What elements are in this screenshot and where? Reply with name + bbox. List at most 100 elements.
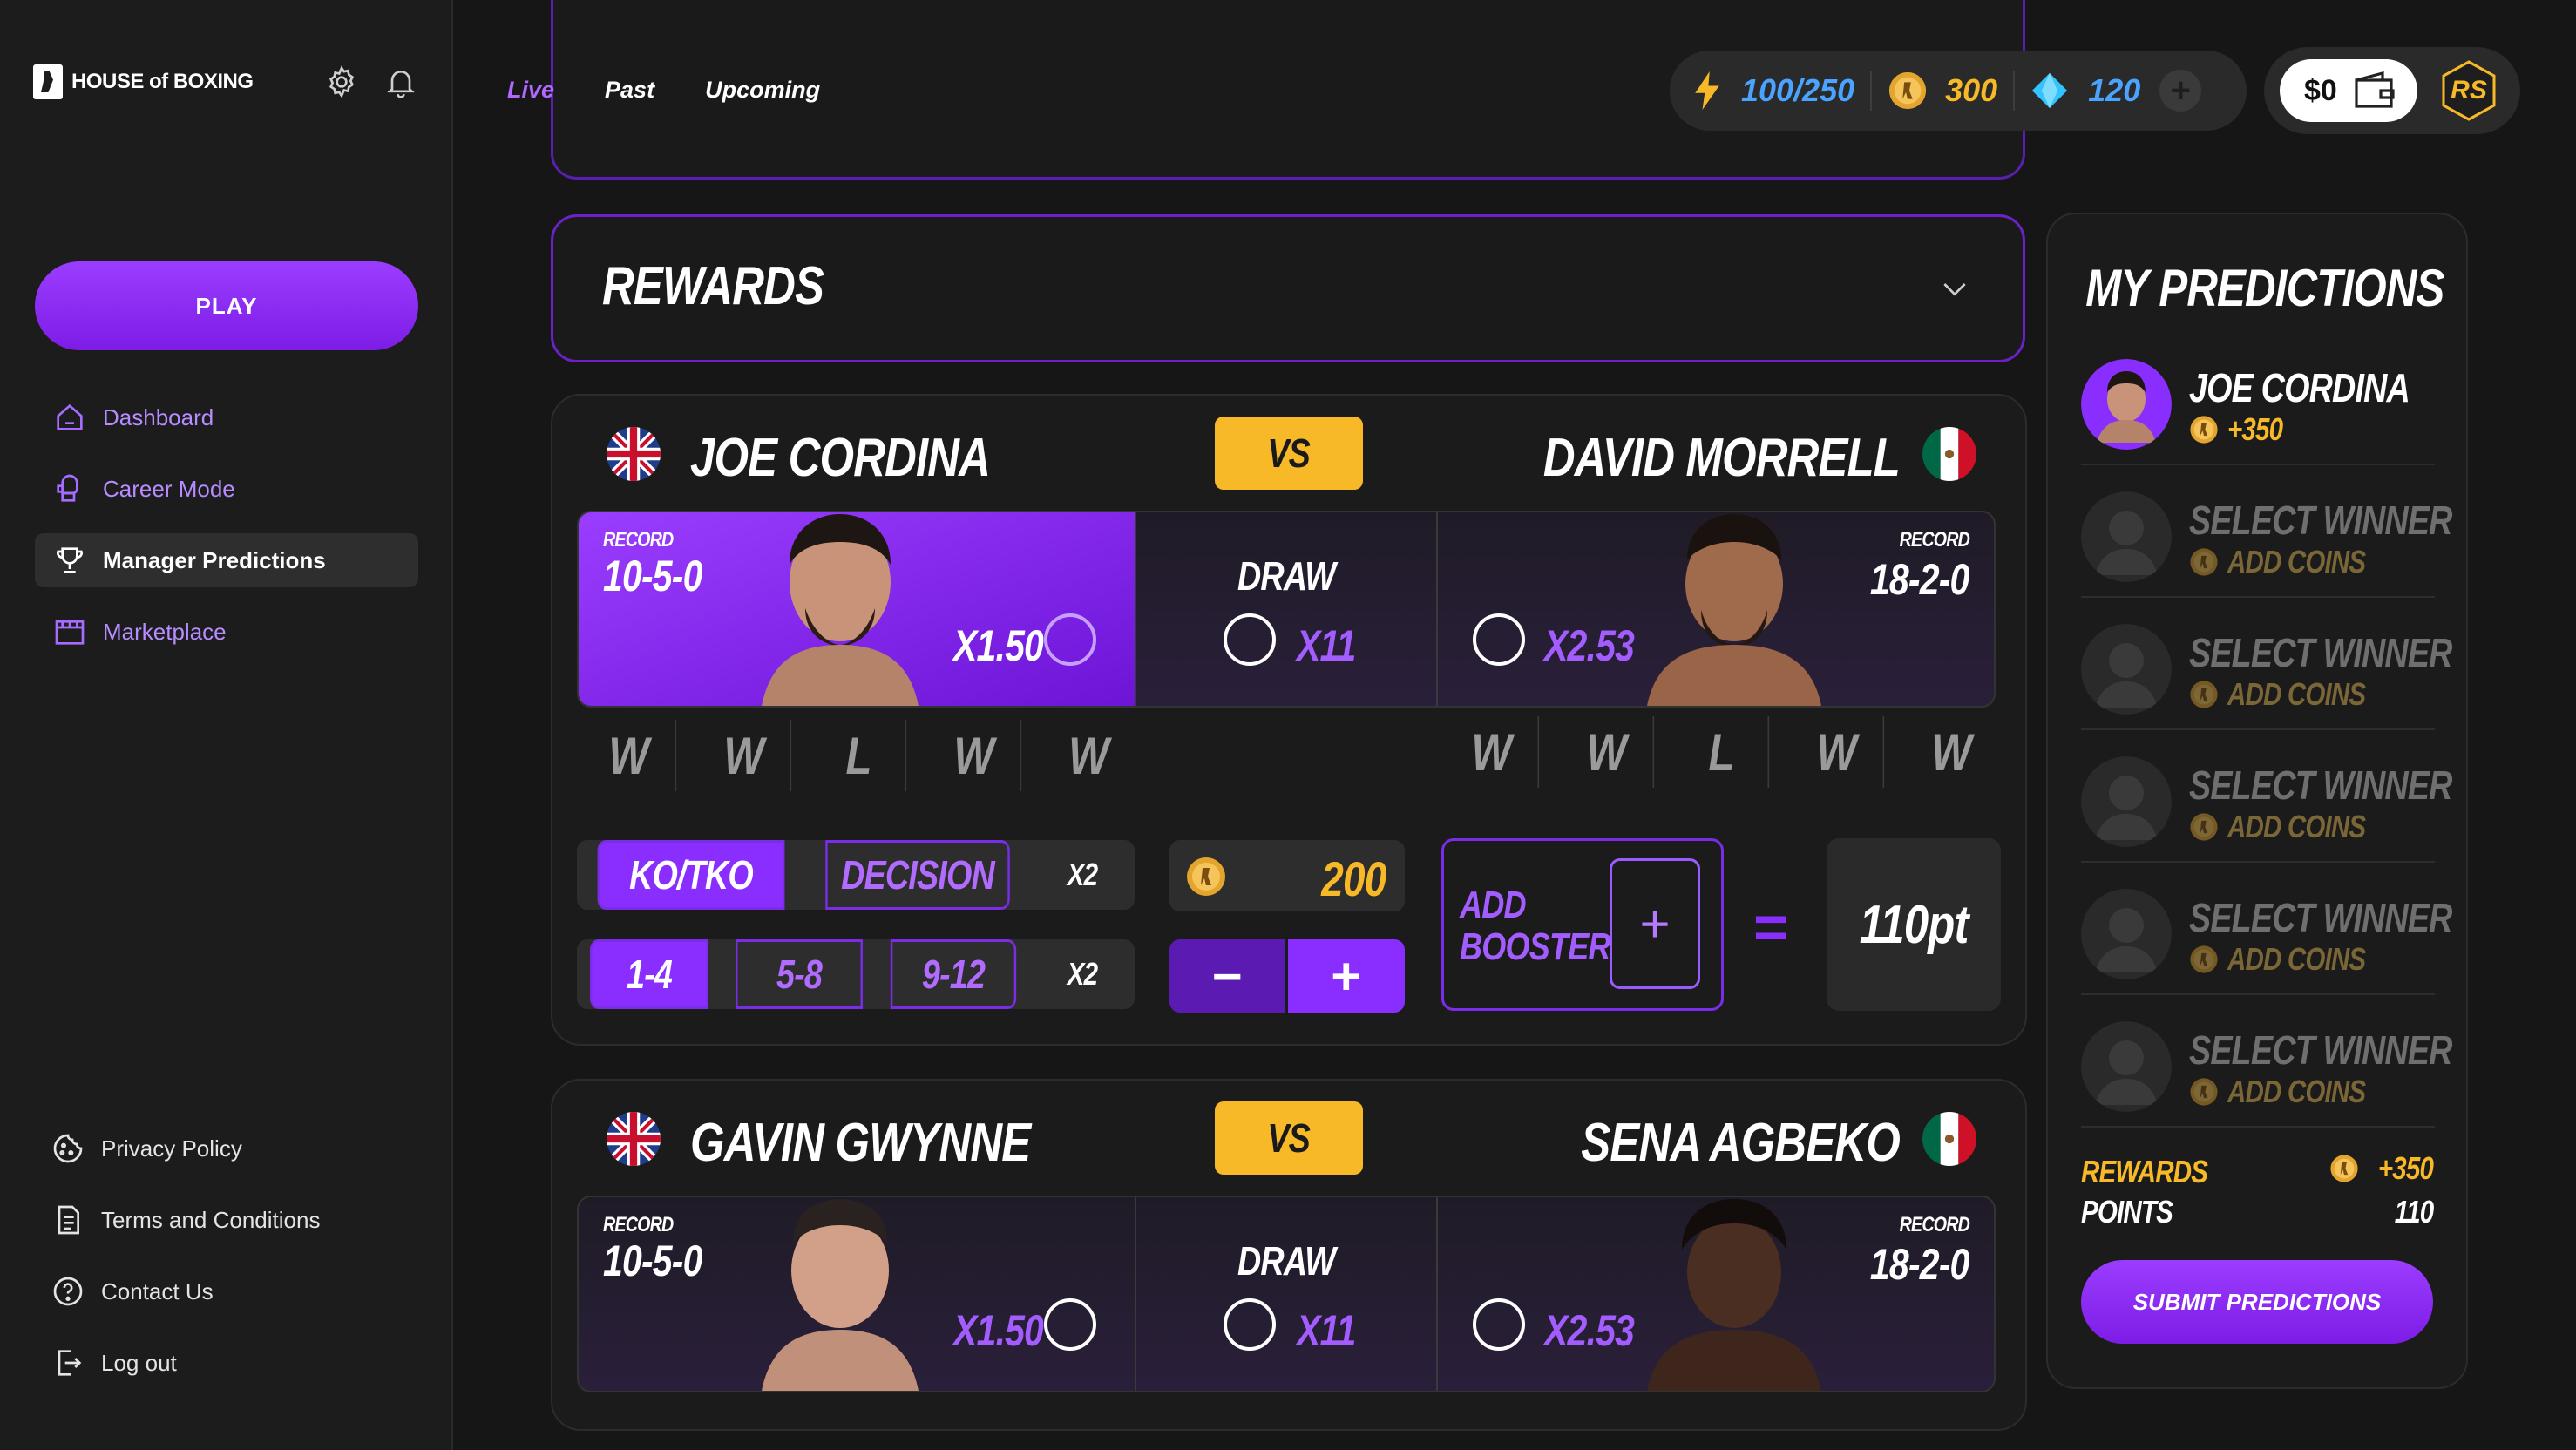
tab-live[interactable]: Live [507, 77, 554, 104]
record-value: 10-5-0 [603, 1237, 702, 1285]
contact-us-label: Contact Us [101, 1277, 214, 1304]
draw-odds: X11 [1297, 621, 1356, 670]
record-value: 10-5-0 [603, 552, 702, 600]
method-option-ko[interactable]: KO/TKO [597, 840, 785, 910]
prediction-item[interactable]: SELECT WINNER ADD COINS [2081, 465, 2452, 598]
left-fighter-option[interactable]: RECORD 10-5-0 X1.50 [579, 512, 1135, 706]
prediction-item[interactable]: SELECT WINNER ADD COINS [2081, 598, 2452, 730]
fighter-right-name: SENA AGBEKO [1581, 1113, 1901, 1173]
points-summary-label: POINTS [2081, 1194, 2173, 1230]
prediction-coins: +350 [2189, 411, 2295, 448]
left-fighter-option[interactable]: RECORD 10-5-0 X1.50 [579, 1197, 1135, 1391]
rewards-summary-label: REWARDS [2081, 1154, 2208, 1189]
draw-label: DRAW [1237, 553, 1336, 599]
prediction-item[interactable]: JOE CORDINA +350 [2081, 333, 2435, 465]
privacy-policy-link[interactable]: Privacy Policy [35, 1122, 242, 1175]
stake-value: 200 [1320, 851, 1386, 906]
log-out-label: Log out [101, 1349, 177, 1376]
points-result-value: 110pt [1859, 894, 1969, 955]
coin-icon [2190, 681, 2218, 708]
bell-icon[interactable] [380, 61, 422, 103]
add-booster-button[interactable]: ADD BOOSTER + [1441, 838, 1724, 1011]
left-radio[interactable] [1044, 1298, 1096, 1351]
privacy-policy-label: Privacy Policy [101, 1135, 242, 1162]
uk-flag-icon [607, 1112, 661, 1166]
round-option-9-12[interactable]: 9-12 [890, 939, 1017, 1009]
stake-stepper: − + [1169, 939, 1405, 1013]
fighter-left-name: GAVIN GWYNNE [690, 1113, 1031, 1173]
chevron-down-icon[interactable] [1935, 271, 1974, 306]
log-out-link[interactable]: Log out [35, 1337, 177, 1389]
sidebar-item-dashboard[interactable]: Dashboard [35, 390, 418, 444]
sidebar-item-label: Manager Predictions [103, 546, 326, 573]
store-icon [51, 613, 89, 651]
rewards-title: REWARDS [602, 256, 824, 316]
wallet-bar: $0 RS [2264, 47, 2520, 134]
home-icon [51, 398, 89, 437]
sidebar-item-label: Marketplace [103, 618, 227, 645]
tab-upcoming[interactable]: Upcoming [705, 77, 820, 104]
predictions-title: MY PREDICTIONS [2085, 259, 2444, 317]
wallet-button[interactable]: $0 [2280, 59, 2417, 122]
tab-past[interactable]: Past [605, 77, 654, 104]
add-currency-button[interactable]: + [2159, 70, 2202, 112]
fighter-left-name: JOE CORDINA [690, 428, 991, 488]
contact-us-link[interactable]: Contact Us [35, 1265, 214, 1318]
settings-icon[interactable] [321, 61, 363, 103]
points-summary-value: 110 [2394, 1194, 2433, 1230]
round-option-5-8[interactable]: 5-8 [736, 939, 863, 1009]
placeholder-avatar [2081, 624, 2172, 715]
prediction-coins-value: ADD COINS [2227, 1074, 2366, 1109]
plus-icon: + [1610, 858, 1700, 989]
submit-predictions-button[interactable]: SUBMIT PREDICTIONS [2081, 1260, 2433, 1344]
prediction-coins-value: ADD COINS [2227, 544, 2366, 579]
prediction-item[interactable]: SELECT WINNER ADD COINS [2081, 863, 2452, 995]
method-option-decision[interactable]: DECISION [825, 840, 1010, 910]
brand-logo[interactable]: HOUSE of BOXING [33, 64, 254, 99]
boxing-glove-icon [51, 470, 89, 508]
sidebar-item-marketplace[interactable]: Marketplace [35, 605, 418, 659]
odds-row: RECORD 10-5-0 X1.50 DRAW X11 X2.53 RECOR… [577, 511, 1996, 708]
terms-link[interactable]: Terms and Conditions [35, 1194, 320, 1246]
right-fighter-option[interactable]: X2.53 RECORD 18-2-0 [1438, 512, 1994, 706]
form-result: W [1560, 716, 1655, 788]
play-button[interactable]: PLAY [35, 261, 418, 350]
wallet-balance: $0 [2304, 73, 2337, 107]
right-radio[interactable] [1473, 1298, 1525, 1351]
coin-icon [2190, 1078, 2218, 1106]
left-odds: X1.50 [953, 621, 1044, 670]
decrease-stake-button[interactable]: − [1169, 939, 1288, 1013]
right-odds: X2.53 [1544, 1306, 1635, 1355]
terms-label: Terms and Conditions [101, 1206, 321, 1233]
sidebar: HOUSE of BOXING PLAY Dashboard Career Mo… [0, 0, 453, 1450]
prediction-coins: ADD COINS [2189, 809, 2396, 845]
draw-option[interactable]: DRAW X11 [1136, 512, 1436, 706]
mexico-flag-icon [1922, 427, 1976, 481]
draw-radio[interactable] [1224, 613, 1276, 666]
right-fighter-option[interactable]: X2.53 RECORD 18-2-0 [1438, 1197, 1994, 1391]
rewards-panel[interactable]: REWARDS [551, 214, 2025, 362]
form-result: W [1445, 716, 1540, 788]
increase-stake-button[interactable]: + [1287, 939, 1405, 1013]
form-result: W [1790, 716, 1885, 788]
prediction-item[interactable]: SELECT WINNER ADD COINS [2081, 995, 2452, 1128]
sidebar-item-manager-predictions[interactable]: Manager Predictions [35, 533, 418, 587]
draw-option[interactable]: DRAW X11 [1136, 1197, 1436, 1391]
prediction-name: SELECT WINNER [2189, 762, 2452, 808]
prediction-item[interactable]: SELECT WINNER ADD COINS [2081, 730, 2452, 863]
round-option-1-4[interactable]: 1-4 [589, 939, 709, 1009]
left-radio[interactable] [1044, 613, 1096, 666]
user-initials: RS [2451, 76, 2487, 105]
prediction-name: SELECT WINNER [2189, 1027, 2452, 1073]
prediction-coins: ADD COINS [2189, 1074, 2396, 1110]
avatar[interactable]: RS [2438, 59, 2499, 122]
prediction-coins-value: +350 [2227, 411, 2283, 447]
right-radio[interactable] [1473, 613, 1525, 666]
prediction-coins-value: ADD COINS [2227, 676, 2366, 712]
left-odds: X1.50 [953, 1306, 1044, 1355]
brand-name: HOUSE of BOXING [71, 70, 254, 93]
sidebar-item-career-mode[interactable]: Career Mode [35, 462, 418, 516]
stake-input[interactable]: 200 [1169, 840, 1405, 911]
document-icon [49, 1201, 87, 1239]
draw-radio[interactable] [1224, 1298, 1276, 1351]
